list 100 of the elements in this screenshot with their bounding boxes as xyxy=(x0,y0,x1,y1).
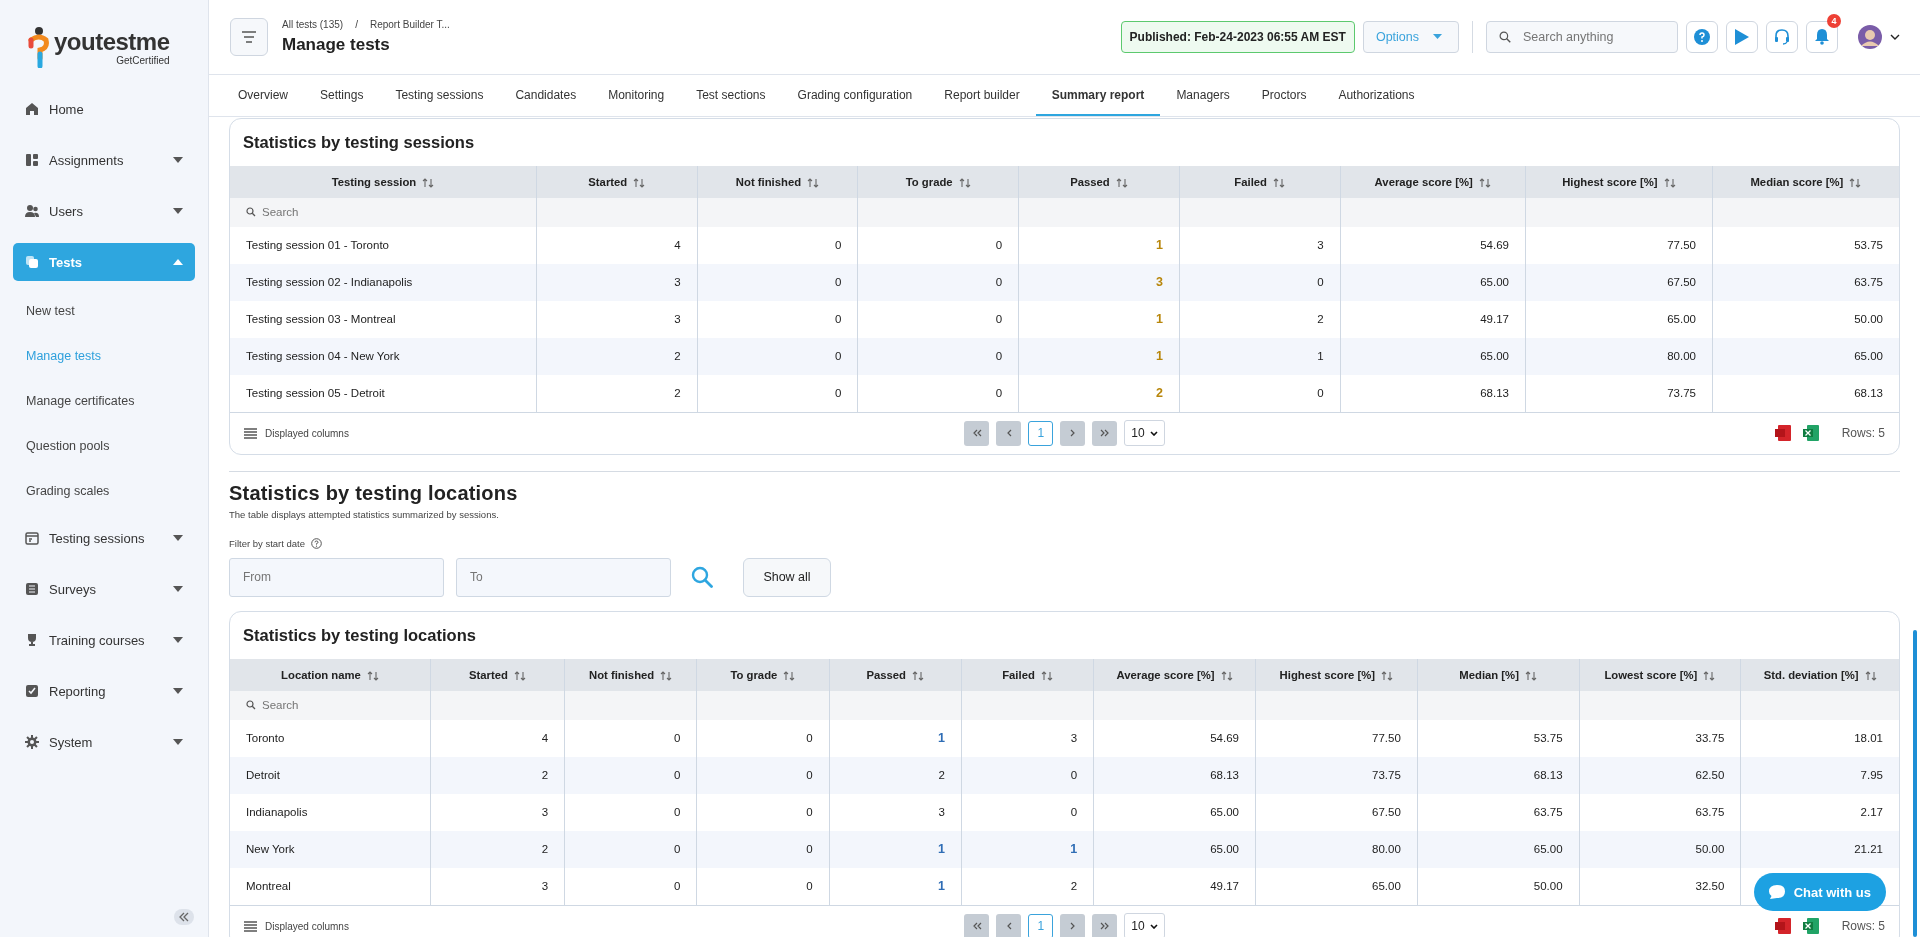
column-header[interactable]: Not finished xyxy=(697,165,858,198)
search-input[interactable]: Search xyxy=(262,699,402,712)
date-field[interactable]: To xyxy=(456,557,671,597)
next-page-button[interactable] xyxy=(1060,420,1086,446)
help-button[interactable] xyxy=(1686,20,1718,53)
tab[interactable]: Candidates xyxy=(499,74,593,116)
pdf-icon[interactable] xyxy=(1773,424,1792,443)
sort-icon xyxy=(1864,670,1877,681)
first-page-button[interactable] xyxy=(964,913,990,937)
column-header[interactable]: Location name xyxy=(230,658,431,691)
page-size-select[interactable]: 10 xyxy=(1124,420,1165,447)
last-page-button[interactable] xyxy=(1092,420,1118,446)
tab[interactable]: Proctors xyxy=(1245,74,1323,116)
tab[interactable]: Authorizations xyxy=(1322,74,1431,116)
search-field[interactable]: Search anything xyxy=(1486,20,1678,53)
tab[interactable]: Grading configuration xyxy=(781,74,929,116)
nav-item[interactable]: Training courses xyxy=(13,621,195,659)
search-field[interactable]: Search xyxy=(230,197,537,227)
displayed-columns-link[interactable]: Displayed columns xyxy=(265,920,349,932)
rows-count: Rows: 5 xyxy=(1841,919,1885,934)
nav-subitem[interactable]: Grading scales xyxy=(13,474,195,508)
tab[interactable]: Managers xyxy=(1160,74,1246,116)
first-page-button[interactable] xyxy=(964,420,990,446)
scrollbar[interactable] xyxy=(1913,630,1917,937)
chevron-left-icon xyxy=(1005,429,1012,438)
column-header[interactable]: Median score [%] xyxy=(1712,165,1899,198)
column-header[interactable]: Highest score [%] xyxy=(1255,658,1418,691)
table-cell: 0 xyxy=(835,387,842,400)
play-button[interactable] xyxy=(1726,20,1758,53)
excel-icon[interactable] xyxy=(1801,917,1820,936)
column-header[interactable]: Lowest score [%] xyxy=(1579,658,1741,691)
table-cell: 53.75 xyxy=(1533,732,1563,745)
next-page-button[interactable] xyxy=(1060,913,1086,937)
help-icon[interactable] xyxy=(311,537,323,549)
search-field[interactable]: Search xyxy=(230,690,431,720)
menu-button[interactable] xyxy=(230,17,268,56)
search-input[interactable]: Search xyxy=(262,206,402,219)
nav-item[interactable]: Testing sessions xyxy=(13,519,195,557)
search-icon[interactable] xyxy=(691,566,713,589)
nav-item[interactable]: Surveys xyxy=(13,570,195,608)
breadcrumb-link[interactable]: Report Builder T... xyxy=(369,18,450,30)
column-header[interactable]: To grade xyxy=(857,165,1019,198)
column-header[interactable]: Median [%] xyxy=(1417,658,1580,691)
logo-tagline: GetCertified xyxy=(116,54,170,66)
support-button[interactable] xyxy=(1766,20,1798,53)
nav-item[interactable]: Home xyxy=(13,90,195,128)
tab[interactable]: Testing sessions xyxy=(379,74,500,116)
sort-icon xyxy=(958,177,971,188)
last-page-button[interactable] xyxy=(1092,913,1118,937)
page-size-select[interactable]: 10 xyxy=(1124,913,1165,937)
nav-subitem[interactable]: New test xyxy=(13,294,195,328)
nav-item[interactable]: Users xyxy=(13,192,195,230)
nav-subitem[interactable]: Question pools xyxy=(13,429,195,463)
table-cell: 0 xyxy=(673,880,681,893)
column-header[interactable]: To grade xyxy=(696,658,830,691)
columns-icon[interactable] xyxy=(244,427,257,439)
column-header[interactable]: Not finished xyxy=(564,658,697,691)
tab[interactable]: Test sections xyxy=(680,74,782,116)
column-header[interactable]: Passed xyxy=(829,658,962,691)
tab[interactable]: Settings xyxy=(304,74,380,116)
excel-icon[interactable] xyxy=(1801,424,1820,443)
tab[interactable]: Monitoring xyxy=(592,74,681,116)
column-header[interactable]: Testing session xyxy=(230,165,537,198)
date-field[interactable]: From xyxy=(229,557,444,597)
table-cell: 2 xyxy=(1155,386,1163,401)
tab[interactable]: Summary report xyxy=(1035,74,1161,116)
column-header[interactable]: Passed xyxy=(1018,165,1180,198)
chevron-down-icon xyxy=(1149,430,1158,436)
notifications-button[interactable] xyxy=(1806,20,1838,53)
chevron-icon[interactable] xyxy=(1890,33,1900,40)
nav-item[interactable]: System xyxy=(13,723,195,761)
column-header[interactable]: Started xyxy=(430,658,565,691)
search-input[interactable]: Search anything xyxy=(1521,28,1665,45)
table-cell: 2 xyxy=(674,387,681,400)
pdf-icon[interactable] xyxy=(1773,917,1792,936)
column-header[interactable]: Average score [%] xyxy=(1340,165,1526,198)
column-header[interactable]: Highest score [%] xyxy=(1525,165,1713,198)
displayed-columns-link[interactable]: Displayed columns xyxy=(265,427,349,439)
nav-item[interactable]: Assignments xyxy=(13,141,195,179)
show-all-button[interactable]: Show all xyxy=(743,557,831,597)
checkbox-icon xyxy=(25,684,39,698)
nav-item[interactable]: Reporting xyxy=(13,672,195,710)
sort-icon xyxy=(1478,177,1491,188)
previous-page-button[interactable] xyxy=(996,420,1022,446)
breadcrumb-link[interactable]: All tests (135) xyxy=(282,18,344,30)
column-header[interactable]: Started xyxy=(536,165,698,198)
columns-icon[interactable] xyxy=(244,920,257,932)
chevron-left-icon xyxy=(1005,922,1012,931)
tab[interactable]: Report builder xyxy=(928,74,1036,116)
nav-subitem[interactable]: Manage certificates xyxy=(13,384,195,418)
table-cell: 54.69 xyxy=(1210,732,1239,745)
column-header[interactable]: Std. deviation [%] xyxy=(1740,658,1899,691)
collapse-button[interactable] xyxy=(174,909,194,925)
previous-page-button[interactable] xyxy=(996,913,1022,937)
table-cell: 68.13 xyxy=(1480,387,1509,400)
column-header[interactable]: Failed xyxy=(1179,165,1341,198)
tab[interactable]: Overview xyxy=(222,74,304,116)
column-header[interactable]: Average score [%] xyxy=(1093,658,1256,691)
column-header[interactable]: Failed xyxy=(961,658,1094,691)
avatar[interactable] xyxy=(1858,24,1882,49)
